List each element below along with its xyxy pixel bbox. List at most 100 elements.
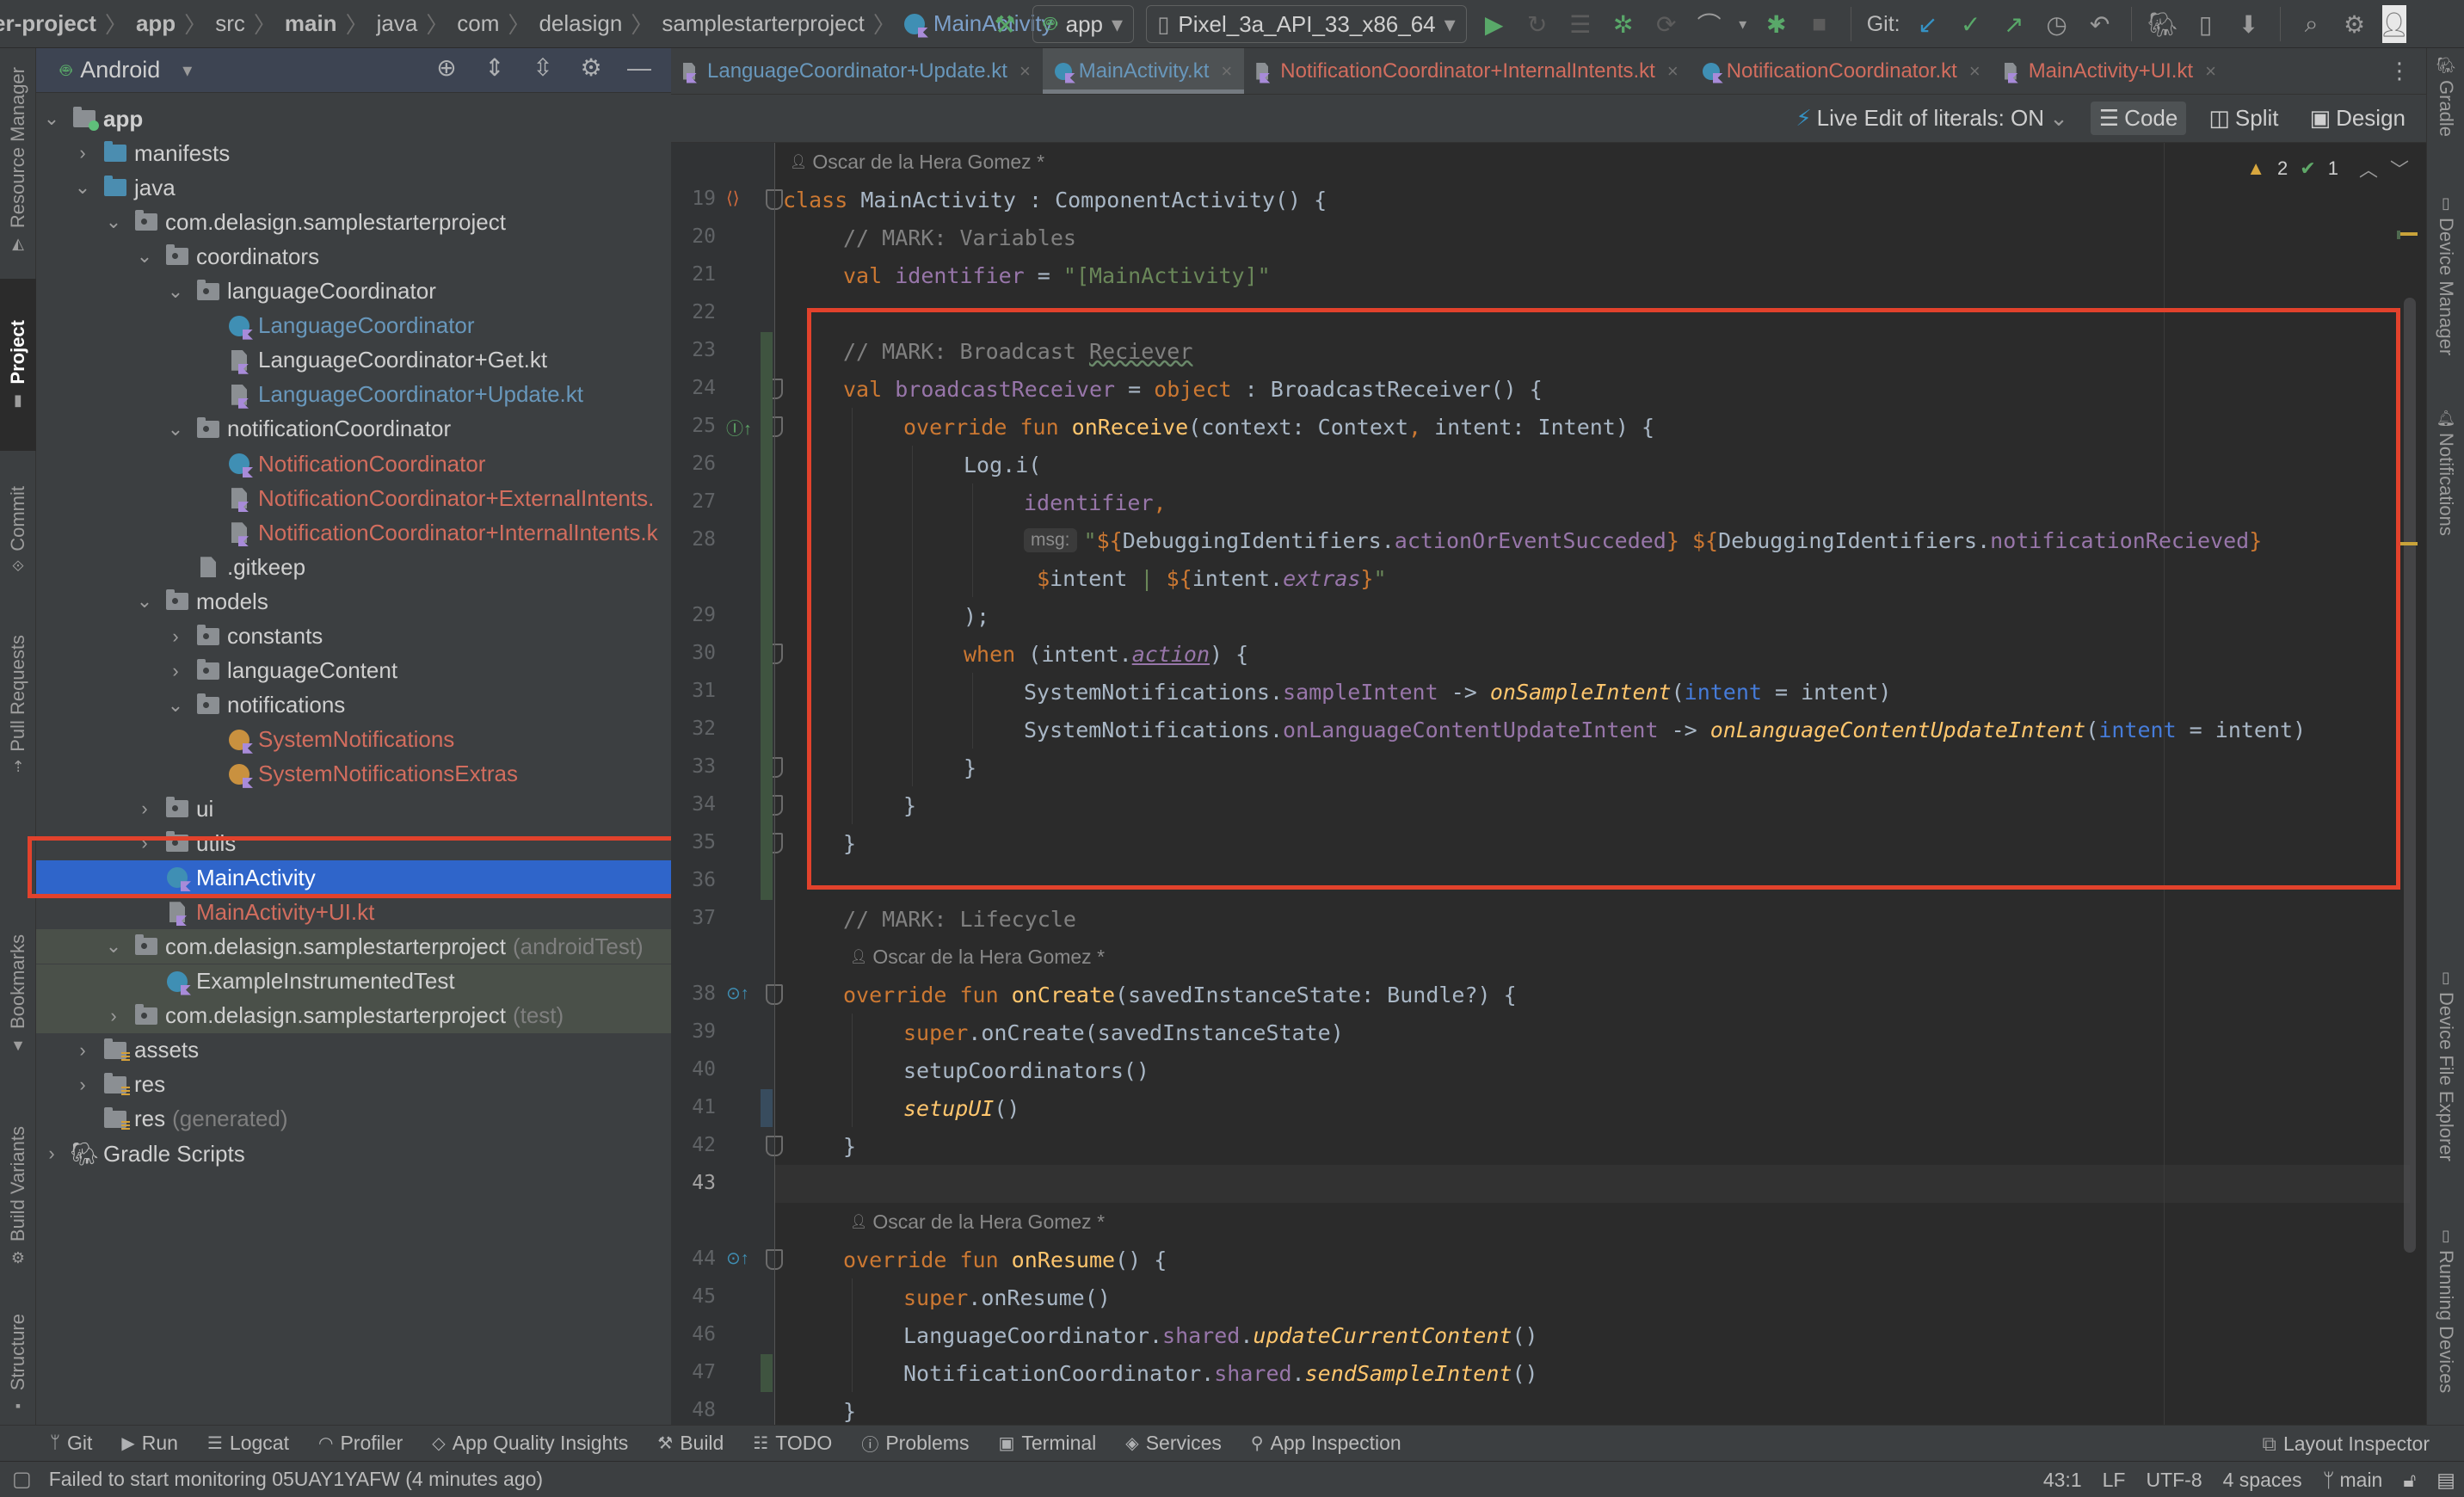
stop-icon[interactable]: ■ xyxy=(1804,9,1835,40)
tool-window-build[interactable]: ⚒ Build xyxy=(657,1432,724,1455)
code-view-button[interactable]: ☰ Code xyxy=(2090,102,2187,135)
code-line[interactable]: val identifier = "[MainActivity]" xyxy=(843,256,1271,294)
apply-changes-icon[interactable]: ☰ xyxy=(1565,9,1596,40)
code-line[interactable]: setupCoordinators() xyxy=(903,1051,1149,1089)
code-line[interactable]: $ intent | ${intent. extras} " xyxy=(1024,559,1386,597)
chevron-down-icon[interactable]: ⌄ xyxy=(134,245,155,268)
toggle-tool-windows-icon[interactable]: ▢ xyxy=(12,1467,32,1492)
status-message[interactable]: Failed to start monitoring 05UAY1YAFW (4… xyxy=(49,1468,543,1491)
chevron-right-icon[interactable]: › xyxy=(165,625,186,648)
more-tabs-icon[interactable]: ⋮ xyxy=(2388,48,2426,94)
git-update-icon[interactable]: ↙ xyxy=(1913,9,1943,40)
split-view-button[interactable]: ◫ Split xyxy=(2200,102,2287,135)
tree-item[interactable]: › utils xyxy=(36,826,671,860)
tree-item[interactable]: ⌄ languageCoordinator xyxy=(36,274,671,309)
code-line[interactable]: Log.i( xyxy=(964,446,1041,484)
chevron-right-icon[interactable]: › xyxy=(103,1005,124,1027)
code-line[interactable]: } xyxy=(843,824,856,862)
code-line[interactable]: } xyxy=(903,786,916,824)
tool-window-profiler[interactable]: ◠ Profiler xyxy=(318,1432,403,1455)
code-line[interactable]: // MARK: Lifecycle xyxy=(843,900,1076,938)
tree-item[interactable]: ⌄ notificationCoordinator xyxy=(36,412,671,447)
tool-tab-build-variants[interactable]: ⚙ Build Variants xyxy=(0,1098,36,1296)
tree-item[interactable]: › com.delasign.samplestarterproject (test) xyxy=(36,998,671,1033)
run-icon[interactable]: ▶ xyxy=(1479,9,1510,40)
tree-item[interactable]: › ui xyxy=(36,792,671,826)
tool-window-todo[interactable]: ☷ TODO xyxy=(753,1432,832,1455)
tree-item[interactable]: › manifests xyxy=(36,136,671,170)
breadcrumb-item[interactable]: delasign xyxy=(539,0,622,48)
editor-tab[interactable]: MainActivity.kt × xyxy=(1042,48,1245,94)
previous-highlight-icon[interactable]: ︿ xyxy=(2359,155,2378,182)
tree-item[interactable]: › constants xyxy=(36,619,671,654)
locate-icon[interactable]: ⊕ xyxy=(434,53,459,82)
tree-item[interactable]: ⌄ app xyxy=(36,102,671,136)
indent-setting[interactable]: 4 spaces xyxy=(2223,1469,2302,1492)
profile-icon[interactable]: ⌒ xyxy=(1694,9,1725,40)
close-icon[interactable]: × xyxy=(1969,60,1980,83)
minimize-icon[interactable]: — xyxy=(626,54,652,82)
tool-tab-gradle[interactable]: 🐘︎ Gradle xyxy=(2427,57,2464,137)
expand-all-icon[interactable]: ⇕ xyxy=(482,53,508,82)
code-line[interactable]: when (intent. action) { xyxy=(964,635,1248,673)
code-line[interactable]: super .onResume() xyxy=(903,1278,1111,1316)
code-line[interactable]: class MainActivity : ComponentActivity()… xyxy=(783,181,1327,219)
rollback-icon[interactable]: ↶ xyxy=(2085,9,2116,40)
attach-process-icon[interactable]: ✱ xyxy=(1761,9,1792,40)
tree-item[interactable]: ⌄ coordinators xyxy=(36,239,671,274)
tree-item[interactable]: NotificationCoordinator+ExternalIntents. xyxy=(36,481,671,515)
tool-window-app-inspection[interactable]: ⚲ App Inspection xyxy=(1251,1432,1401,1455)
build-hammer-icon[interactable]: ⚒ xyxy=(989,9,1020,40)
lock-icon[interactable]: 🔓︎ xyxy=(2403,1469,2416,1492)
code-line[interactable]: super .onCreate(savedInstanceState) xyxy=(903,1013,1344,1051)
tool-tab-device-manager[interactable]: ▯ Device Manager xyxy=(2427,194,2464,355)
history-icon[interactable]: ◷ xyxy=(2042,9,2073,40)
breadcrumb-item[interactable]: java xyxy=(377,0,418,48)
git-branch[interactable]: ᛘ main xyxy=(2323,1469,2383,1492)
tree-item[interactable]: › assets xyxy=(36,1033,671,1068)
design-view-button[interactable]: ▣ Design xyxy=(2301,102,2414,135)
chevron-down-icon[interactable]: ⌄ xyxy=(41,108,62,130)
file-encoding[interactable]: UTF-8 xyxy=(2146,1469,2202,1492)
tree-item[interactable]: NotificationCoordinator+InternalIntents.… xyxy=(36,515,671,550)
tool-window-services[interactable]: ◈ Services xyxy=(1125,1432,1222,1455)
chevron-right-icon[interactable]: › xyxy=(165,660,186,682)
code-line[interactable]: override fun onCreate (savedInstanceState… xyxy=(843,976,1517,1013)
tool-tab-resource-manager[interactable]: ◭ Resource Manager xyxy=(0,48,36,272)
tool-window-terminal[interactable]: ▣ Terminal xyxy=(998,1432,1096,1455)
breadcrumb-item[interactable]: er-project xyxy=(0,0,96,48)
close-icon[interactable]: × xyxy=(1019,60,1031,83)
tree-item[interactable]: ⌄ models xyxy=(36,584,671,619)
code-line[interactable]: // MARK: Broadcast Reciever xyxy=(843,332,1192,370)
line-ending[interactable]: LF xyxy=(2103,1469,2126,1492)
tree-item[interactable]: ⌄ com.delasign.samplestarterproject xyxy=(36,205,671,239)
code-line[interactable]: setupUI() xyxy=(903,1089,1019,1127)
gear-icon[interactable]: ⚙ xyxy=(578,53,604,82)
code-line[interactable]: ); xyxy=(964,597,989,635)
code-line[interactable]: SystemNotifications. sampleIntent -> onSa… xyxy=(1024,673,1891,711)
tree-item[interactable]: ⌄ com.delasign.samplestarterproject (andro… xyxy=(36,929,671,964)
tool-window-app-quality-insights[interactable]: ◇ App Quality Insights xyxy=(432,1432,628,1455)
activity-layout-icon[interactable]: ⟨⟩ xyxy=(726,188,740,209)
overrides-icon[interactable]: ⊙↑ xyxy=(726,983,749,1004)
chevron-down-icon[interactable]: ▾ xyxy=(1737,9,1749,40)
editor-tab[interactable]: NotificationCoordinator+InternalIntents.… xyxy=(1244,48,1690,94)
tool-tab-running-devices[interactable]: ▯ Running Devices xyxy=(2427,1227,2464,1393)
chevron-down-icon[interactable]: ⌄ xyxy=(134,590,155,613)
breadcrumb-item[interactable]: com xyxy=(457,0,499,48)
tool-tab-notifications[interactable]: 🔔︎ Notifications xyxy=(2427,410,2464,536)
layout-inspector-button[interactable]: ⧉ Layout Inspector xyxy=(2263,1426,2430,1462)
close-icon[interactable]: × xyxy=(2205,60,2216,83)
chevron-right-icon[interactable]: › xyxy=(72,1039,93,1062)
code-line[interactable]: } xyxy=(964,748,976,786)
tree-item[interactable]: › languageContent xyxy=(36,654,671,688)
editor-scrollbar[interactable] xyxy=(2404,298,2416,1253)
code-vision-author[interactable]: 👤︎ Oscar de la Hera Gomez * xyxy=(790,143,1044,181)
tree-item[interactable]: SystemNotifications xyxy=(36,723,671,757)
chevron-down-icon[interactable]: ⌄ xyxy=(72,176,93,199)
code-line[interactable]: SystemNotifications. onLanguageContentUpd… xyxy=(1024,711,2306,748)
editor-tab[interactable]: NotificationCoordinator.kt × xyxy=(1691,48,1993,94)
inspection-widget[interactable]: ▲ 2 ✔ 1 ︿ ﹀ xyxy=(2246,155,2409,182)
tree-item[interactable]: res (generated) xyxy=(36,1102,671,1137)
close-icon[interactable]: × xyxy=(1221,60,1232,83)
